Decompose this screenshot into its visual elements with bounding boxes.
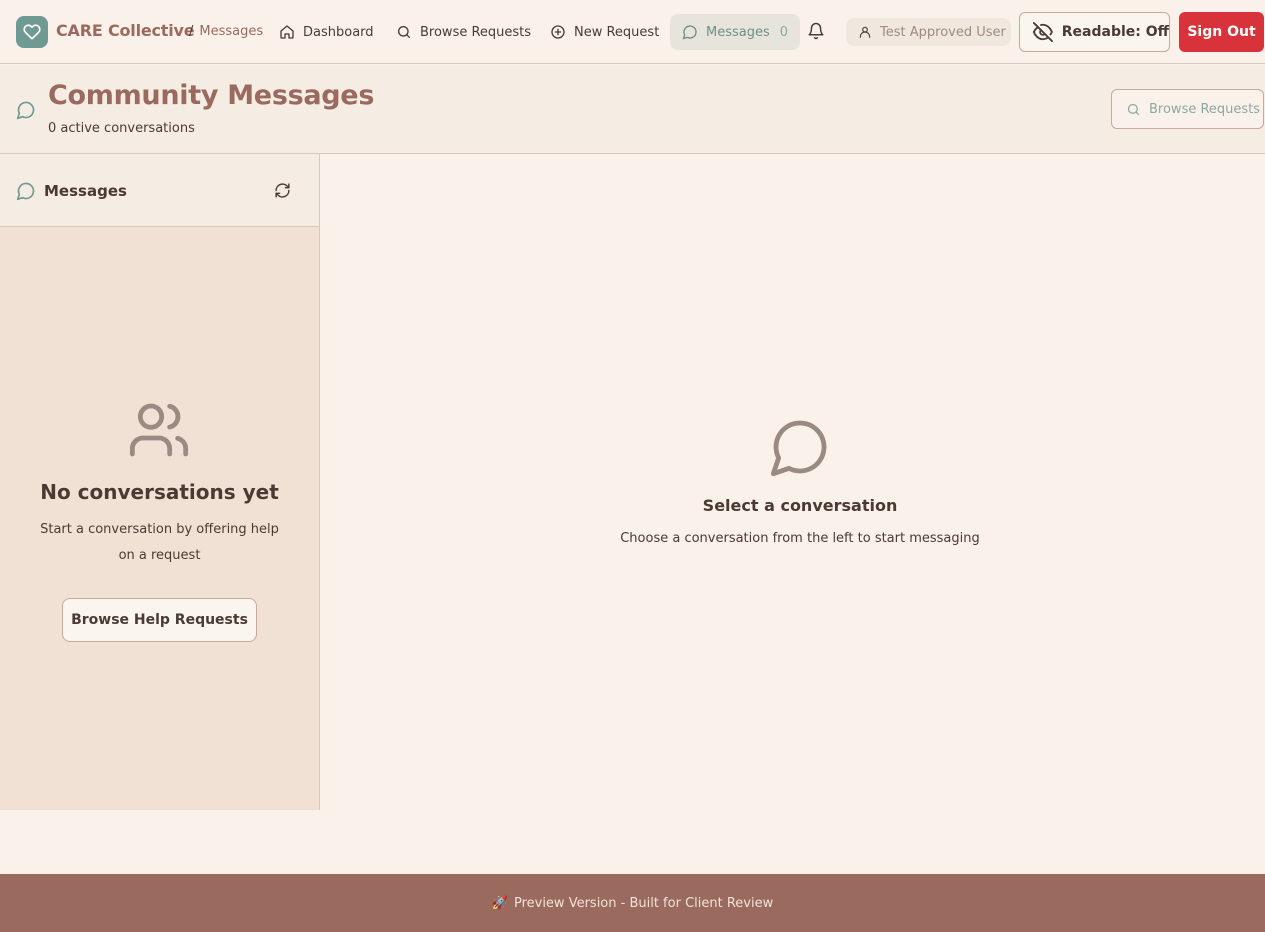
header-browse-label: Browse Requests: [1149, 101, 1261, 117]
breadcrumb-current: Messages: [199, 24, 264, 39]
brand-name[interactable]: CARE Collective: [56, 21, 195, 40]
nav-browse-requests[interactable]: Browse Requests: [396, 14, 531, 50]
user-name: Test Approved User: [880, 24, 1006, 40]
breadcrumb: / Messages: [189, 24, 263, 39]
browse-help-requests-button[interactable]: Browse Help Requests: [62, 598, 257, 642]
sidebar-title: Messages: [44, 182, 127, 200]
bell-icon: [808, 22, 824, 40]
eye-off-icon: [1032, 22, 1053, 42]
sidebar-header: Messages: [0, 154, 319, 227]
header-message-icon-wrap: [16, 100, 36, 120]
refresh-button[interactable]: [274, 182, 291, 199]
top-navigation: CARE Collective / Messages Dashboard Brow…: [0, 0, 1265, 64]
page-header: Community Messages 0 active conversation…: [0, 65, 1265, 154]
plus-circle-icon: [551, 25, 565, 39]
active-conversations-count: 0 active conversations: [48, 121, 195, 136]
message-circle-icon: [16, 101, 35, 120]
logo[interactable]: [16, 16, 48, 48]
nav-messages-label: Messages: [706, 24, 770, 40]
page-title: Community Messages: [48, 80, 375, 111]
heart-icon: [23, 24, 41, 40]
nav-new-request[interactable]: New Request: [550, 14, 659, 50]
home-icon: [280, 25, 294, 39]
footer-text: Preview Version - Built for Client Revie…: [513, 895, 774, 911]
preview-footer: 🚀 Preview Version - Built for Client Rev…: [0, 874, 1265, 932]
nav-new-request-label: New Request: [574, 24, 660, 40]
notifications-button[interactable]: [807, 22, 825, 40]
conversation-sidebar: Messages No conversations yet Start a co…: [0, 154, 320, 810]
readable-label: Readable: Off: [1061, 24, 1169, 40]
breadcrumb-separator: /: [189, 24, 194, 39]
message-circle-icon: [682, 25, 697, 40]
select-conversation-description: Choose a conversation from the left to s…: [620, 531, 980, 546]
nav-dashboard-label: Dashboard: [303, 24, 374, 40]
search-icon: [398, 26, 410, 38]
nav-dashboard[interactable]: Dashboard: [279, 14, 374, 50]
readable-toggle-button[interactable]: Readable: Off: [1019, 12, 1170, 52]
messages-count-badge: 0: [779, 24, 789, 40]
empty-state-description: Start a conversation by offering help on…: [40, 522, 279, 563]
user-icon: [859, 26, 871, 38]
header-browse-requests-button[interactable]: Browse Requests: [1111, 89, 1264, 129]
sidebar-message-icon-wrap: [16, 181, 36, 201]
select-conversation-illustration: [768, 415, 832, 479]
search-icon: [1127, 103, 1140, 115]
users-icon: [129, 403, 189, 457]
empty-state-title: No conversations yet: [40, 480, 279, 504]
sign-out-button[interactable]: Sign Out: [1179, 12, 1264, 52]
nav-messages[interactable]: Messages 0: [670, 14, 801, 50]
user-menu[interactable]: Test Approved User: [846, 18, 1011, 46]
conversation-panel: Select a conversation Choose a conversat…: [320, 154, 1265, 810]
nav-browse-label: Browse Requests: [420, 24, 532, 40]
empty-state-illustration: [127, 398, 191, 462]
rocket-icon: 🚀: [491, 895, 508, 911]
refresh-icon: [275, 183, 290, 198]
message-circle-icon: [770, 420, 827, 477]
select-conversation-title: Select a conversation: [702, 496, 898, 515]
message-circle-icon: [16, 182, 35, 201]
